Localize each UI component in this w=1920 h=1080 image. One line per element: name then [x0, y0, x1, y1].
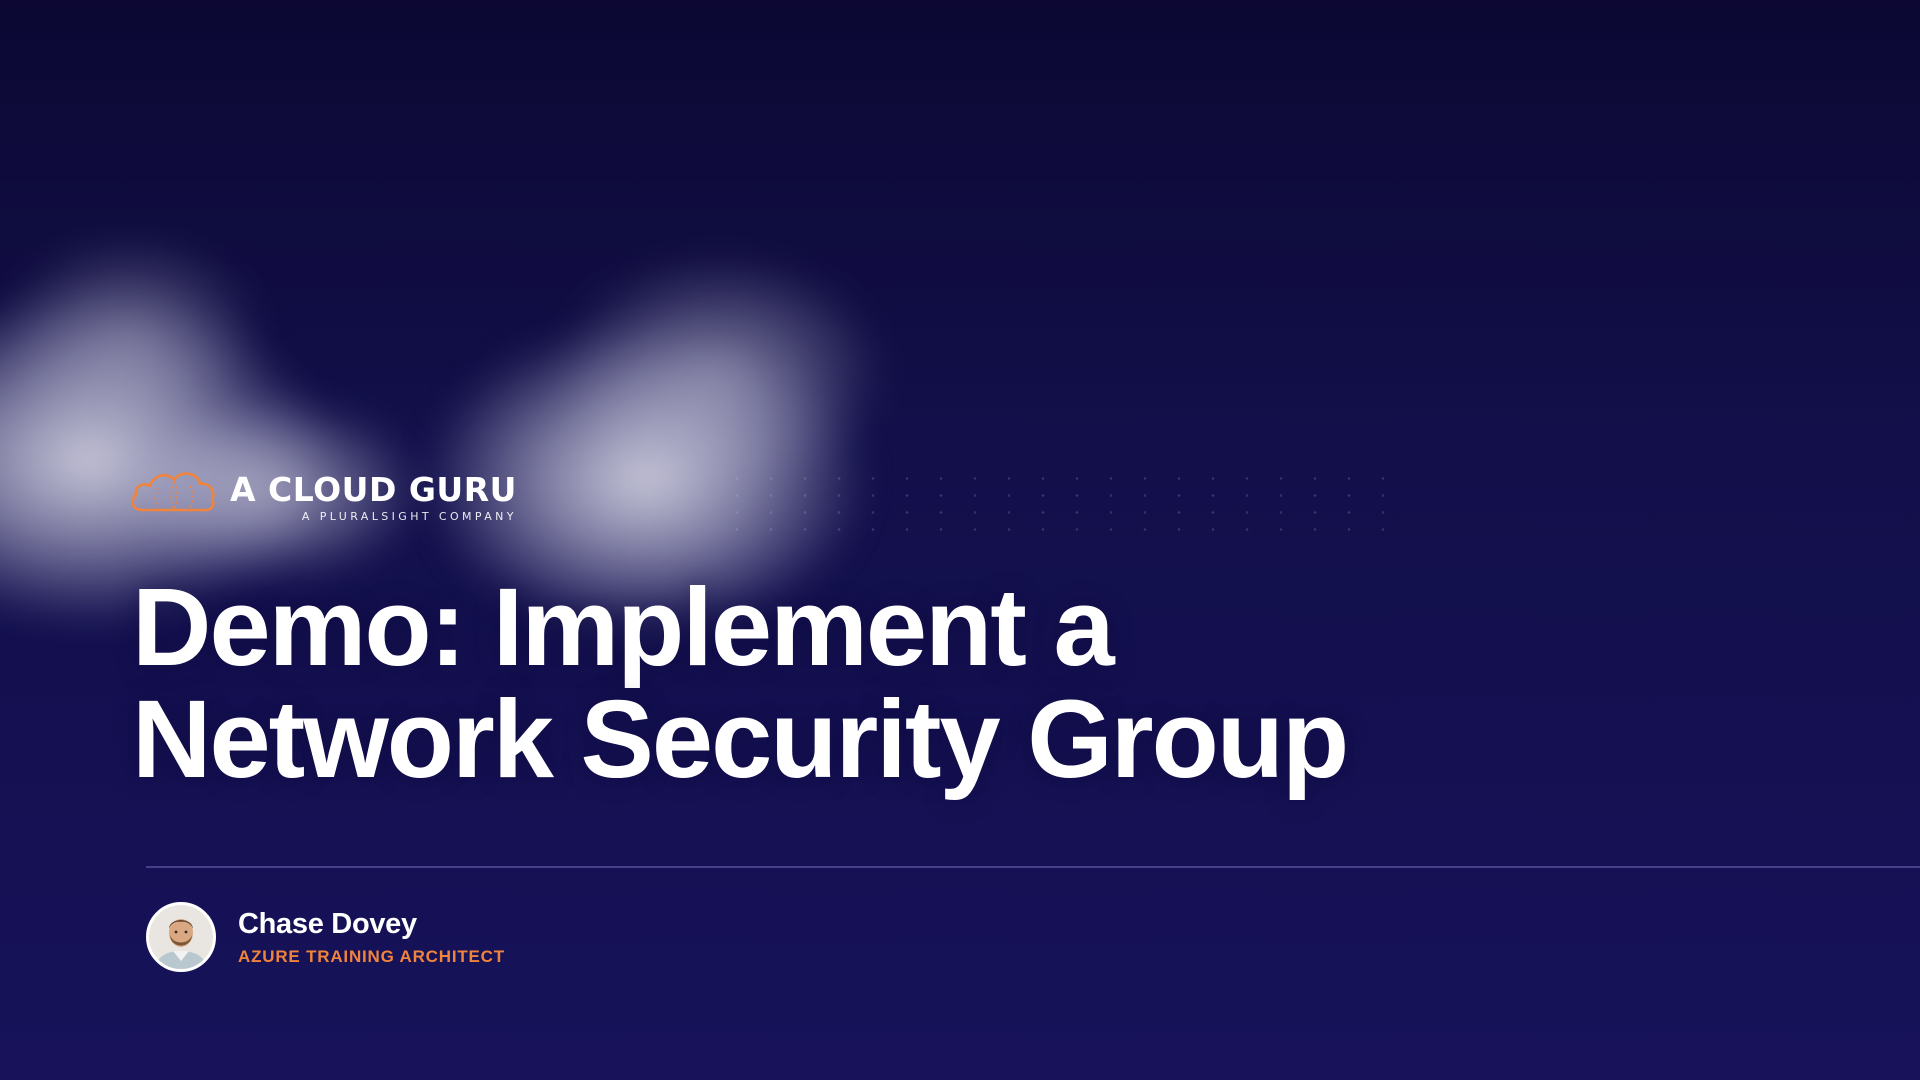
slide-title-line1: Demo: Implement a: [132, 566, 1115, 689]
slide-title: Demo: Implement a Network Security Group: [132, 566, 1349, 801]
slide-title-line2: Network Security Group: [132, 678, 1349, 801]
avatar-photo: [149, 905, 213, 969]
presenter-role: AZURE TRAINING ARCHITECT: [238, 947, 505, 966]
particle-dust: [720, 470, 1400, 540]
avatar: [146, 902, 216, 972]
divider: [146, 866, 1920, 868]
brand-name: A CLOUD GURU: [230, 470, 517, 509]
brand-tagline: A PLURALSIGHT COMPANY: [301, 510, 517, 523]
brand-logo: A CLOUD GURU A PLURALSIGHT COMPANY: [128, 460, 517, 523]
presenter-name: Chase Dovey: [238, 908, 417, 940]
cloud-icon: [131, 472, 215, 512]
presenter-card: Chase Dovey AZURE TRAINING ARCHITECT: [146, 902, 505, 972]
title-slide: A CLOUD GURU A PLURALSIGHT COMPANY Demo:…: [0, 0, 1920, 1080]
